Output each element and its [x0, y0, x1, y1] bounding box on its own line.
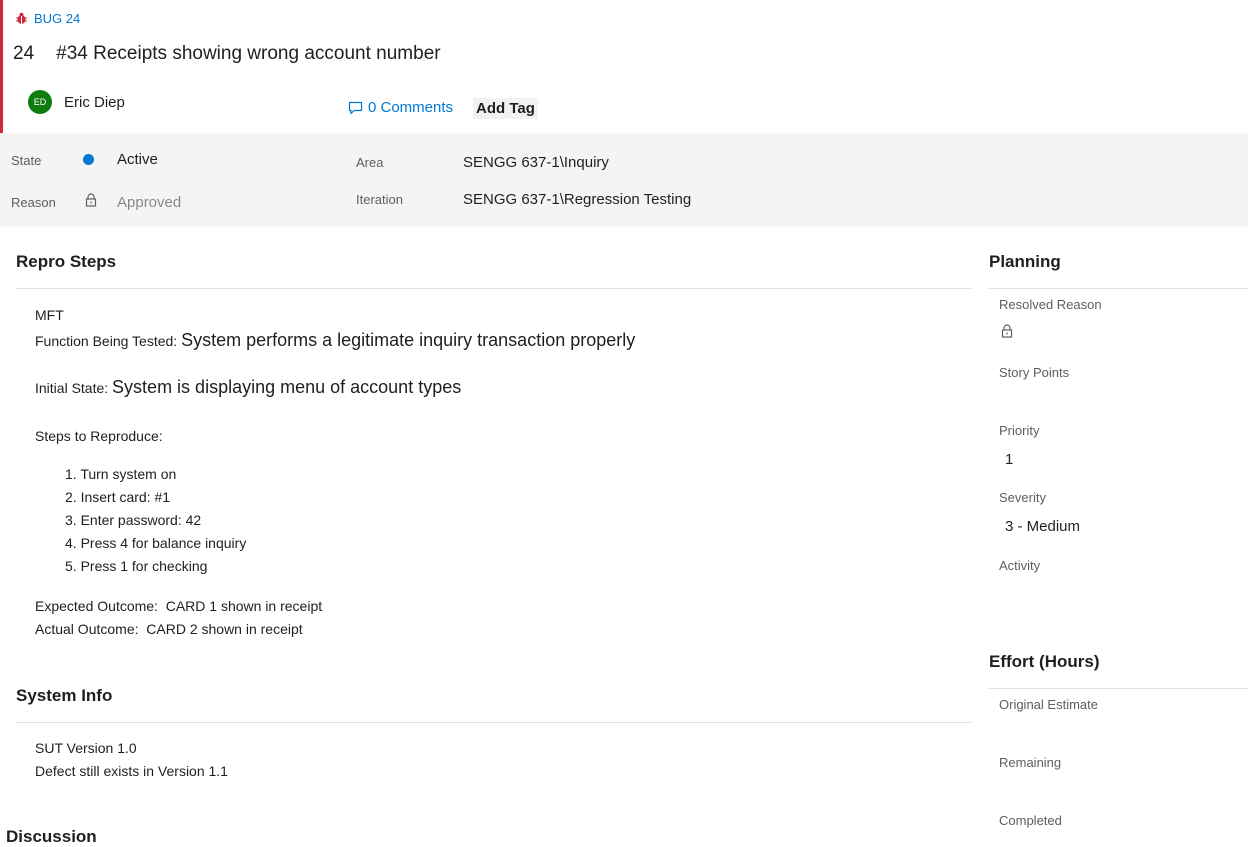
work-item-fields: State Active Reason Approved Area SENGG …	[0, 133, 1248, 227]
lock-icon	[85, 193, 97, 207]
original-estimate-input[interactable]	[999, 717, 1239, 739]
comments-link[interactable]: 0 Comments	[348, 99, 453, 116]
activity-input[interactable]	[999, 578, 1239, 600]
add-tag-button[interactable]: Add Tag	[473, 98, 538, 119]
severity-value[interactable]: 3 - Medium	[1005, 518, 1080, 535]
lock-icon	[1001, 324, 1013, 338]
discussion-heading: Discussion	[6, 827, 97, 846]
bug-icon	[16, 12, 27, 24]
initial-state-label: Initial State:	[35, 380, 109, 396]
actual-outcome: Actual Outcome: CARD 2 shown in receipt	[35, 621, 303, 637]
area-value[interactable]: SENGG 637-1\Inquiry	[463, 154, 609, 171]
iteration-value[interactable]: SENGG 637-1\Regression Testing	[463, 191, 691, 208]
work-item-id: 24	[13, 43, 35, 64]
bug-color-bar	[0, 0, 3, 133]
function-row: Function Being Tested: System performs a…	[35, 330, 635, 351]
area-label: Area	[356, 155, 384, 170]
list-item: 4. Press 4 for balance inquiry	[65, 535, 247, 551]
remaining-input[interactable]	[999, 775, 1239, 797]
steps-label: Steps to Reproduce:	[35, 428, 163, 444]
completed-label: Completed	[999, 813, 1062, 828]
state-indicator-icon	[83, 154, 94, 165]
iteration-label: Iteration	[356, 192, 403, 207]
effort-heading: Effort (Hours)	[989, 652, 1100, 671]
list-item: 2. Insert card: #1	[65, 489, 171, 505]
planning-heading: Planning	[989, 252, 1061, 271]
resolved-reason-label: Resolved Reason	[999, 297, 1102, 312]
remaining-label: Remaining	[999, 755, 1062, 770]
list-item: 1. Turn system on	[65, 466, 177, 482]
work-item-title-row: 24 #34 Receipts showing wrong account nu…	[13, 43, 441, 65]
system-info-heading: System Info	[16, 686, 113, 705]
work-item-title[interactable]: #34 Receipts showing wrong account numbe…	[56, 43, 440, 65]
function-label: Function Being Tested:	[35, 333, 178, 349]
story-points-label: Story Points	[999, 365, 1070, 380]
list-item: 3. Enter password: 42	[65, 512, 202, 528]
reason-value: Approved	[117, 194, 182, 211]
repro-steps-heading: Repro Steps	[16, 252, 117, 271]
original-estimate-label: Original Estimate	[999, 697, 1098, 712]
list-item: 5. Press 1 for checking	[65, 558, 208, 574]
story-points-input[interactable]	[999, 385, 1239, 407]
priority-label: Priority	[999, 423, 1040, 438]
repro-steps-divider	[16, 288, 971, 289]
reason-label: Reason	[11, 195, 56, 210]
activity-label: Activity	[999, 558, 1041, 573]
assigned-user-name: Eric Diep	[64, 93, 125, 111]
comments-count: 0 Comments	[368, 99, 454, 116]
expected-outcome: Expected Outcome: CARD 1 shown in receip…	[35, 598, 323, 614]
work-item-type-label: BUG 24	[34, 11, 81, 26]
system-info-line: SUT Version 1.0	[35, 740, 137, 756]
mft-text: MFT	[35, 307, 64, 323]
assigned-to[interactable]: ED Eric Diep	[28, 90, 125, 114]
work-item-header: BUG 24 24 #34 Receipts showing wrong acc…	[0, 0, 1248, 133]
effort-divider	[989, 688, 1248, 689]
priority-value[interactable]: 1	[1005, 451, 1013, 468]
initial-state-row: Initial State: System is displaying menu…	[35, 377, 461, 398]
planning-divider	[989, 288, 1248, 289]
function-value: System performs a legitimate inquiry tra…	[181, 330, 636, 350]
state-label: State	[11, 153, 42, 168]
severity-label: Severity	[999, 490, 1046, 505]
avatar: ED	[28, 90, 52, 114]
system-info-divider	[16, 722, 971, 723]
work-item-type-badge: BUG 24	[15, 11, 80, 26]
initial-state-value: System is displaying menu of account typ…	[112, 377, 462, 397]
comment-icon	[348, 101, 363, 114]
state-value[interactable]: Active	[117, 151, 158, 168]
system-info-line: Defect still exists in Version 1.1	[35, 763, 228, 779]
